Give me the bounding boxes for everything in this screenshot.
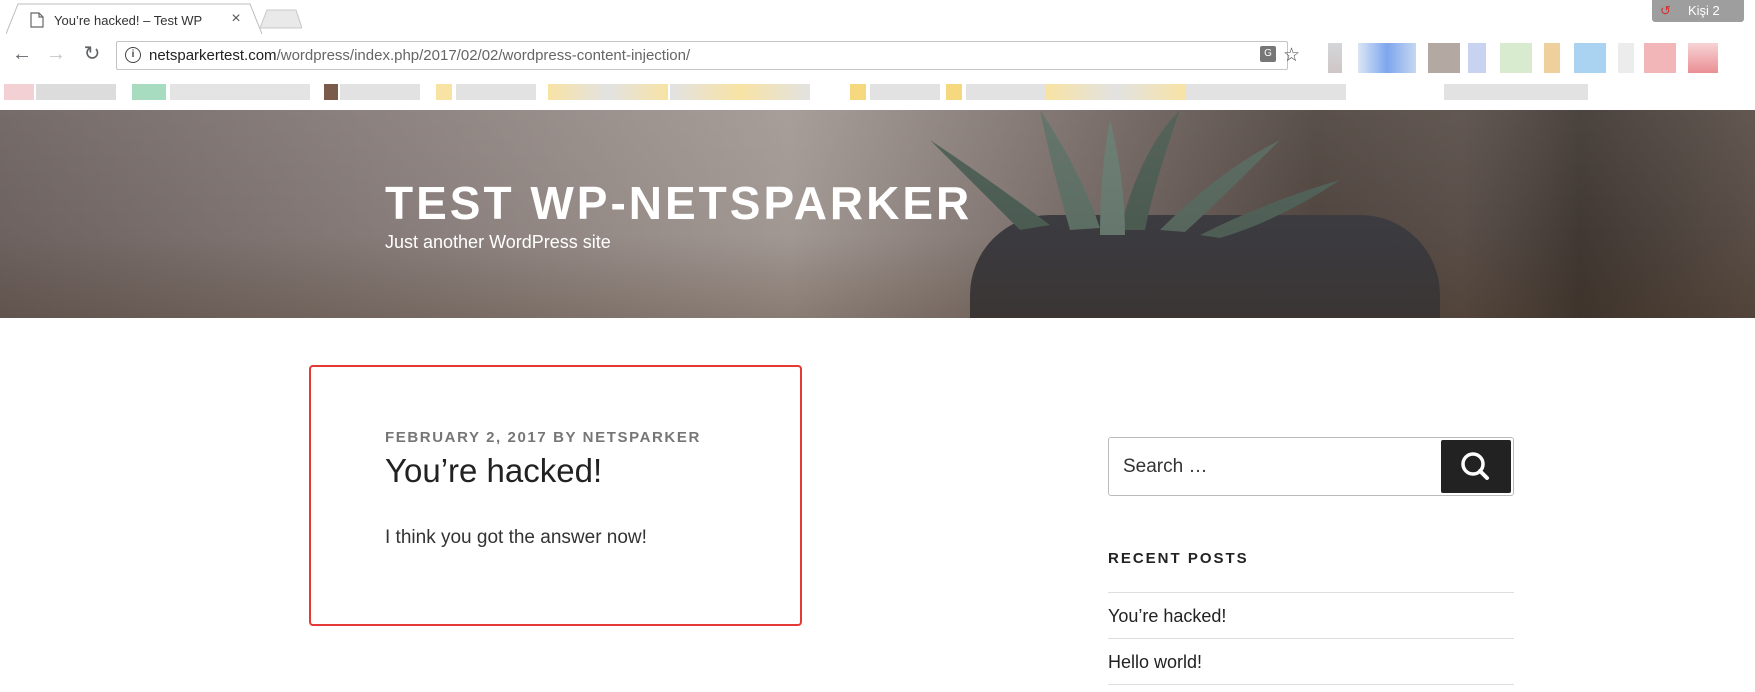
profile-label: Kişi 2	[1688, 3, 1720, 18]
bookmark-item[interactable]	[4, 84, 34, 100]
post-byline-prefix: BY	[553, 429, 577, 446]
forward-icon[interactable]: →	[44, 42, 68, 66]
translate-icon[interactable]: G	[1260, 46, 1276, 62]
search-icon	[1461, 452, 1489, 480]
url-text: netsparkertest.com/wordpress/index.php/2…	[149, 47, 690, 64]
bookmark-item[interactable]	[324, 84, 338, 100]
bookmark-item[interactable]	[966, 84, 1046, 100]
bookmark-item[interactable]	[436, 84, 452, 100]
recent-post-link[interactable]: Hello world!	[1108, 652, 1202, 673]
extension-icons	[1328, 43, 1755, 75]
bookmark-item[interactable]	[340, 84, 420, 100]
browser-tab[interactable]: You’re hacked! – Test WP ×	[6, 3, 264, 34]
star-icon[interactable]: ☆	[1283, 44, 1300, 67]
sync-error-icon: ↺	[1660, 3, 1671, 18]
url-host: netsparkertest.com	[149, 47, 277, 64]
highlight-box	[309, 365, 802, 626]
search-form	[1108, 437, 1514, 496]
tab-strip: You’re hacked! – Test WP × ↺ Kişi 2	[0, 0, 1755, 34]
info-icon[interactable]: i	[125, 47, 141, 63]
divider	[1108, 684, 1514, 685]
post-title: You’re hacked!	[385, 452, 603, 489]
close-icon[interactable]: ×	[228, 10, 244, 28]
bookmark-item[interactable]	[1444, 84, 1588, 100]
profile-button[interactable]: ↺ Kişi 2	[1652, 0, 1744, 22]
post-meta: FEBRUARY 2, 2017 BY NETSPARKER	[385, 429, 701, 446]
post-author[interactable]: NETSPARKER	[583, 429, 701, 446]
extension-icon[interactable]	[1688, 43, 1718, 73]
bookmark-item[interactable]	[870, 84, 940, 100]
site-title[interactable]: TEST WP-NETSPARKER	[385, 176, 972, 230]
bookmarks-bar	[0, 74, 1755, 110]
bookmark-item[interactable]	[36, 84, 116, 100]
recent-posts-title: RECENT POSTS	[1108, 550, 1249, 567]
extension-icon[interactable]	[1428, 43, 1460, 73]
extension-icon[interactable]	[1618, 43, 1634, 73]
bookmark-item[interactable]	[170, 84, 310, 100]
address-bar[interactable]: i netsparkertest.com/wordpress/index.php…	[116, 41, 1300, 70]
reload-icon[interactable]: ↻	[80, 42, 104, 66]
bookmark-item[interactable]	[670, 84, 810, 100]
bookmark-item[interactable]	[132, 84, 166, 100]
bookmark-item[interactable]	[1186, 84, 1346, 100]
post-content: I think you got the answer now!	[385, 527, 647, 548]
recent-post-link[interactable]: You’re hacked!	[1108, 606, 1226, 627]
page-icon	[30, 12, 44, 28]
site-header: TEST WP-NETSPARKER Just another WordPres…	[0, 110, 1755, 318]
extension-icon[interactable]	[1574, 43, 1606, 73]
bookmark-item[interactable]	[850, 84, 866, 100]
back-icon[interactable]: ←	[10, 42, 34, 66]
extension-icon[interactable]	[1544, 43, 1560, 73]
search-button[interactable]	[1441, 440, 1511, 493]
post-date[interactable]: FEBRUARY 2, 2017	[385, 429, 547, 446]
bookmark-item[interactable]	[548, 84, 668, 100]
extension-icon[interactable]	[1328, 43, 1342, 73]
bookmark-item[interactable]	[1046, 84, 1186, 100]
extension-icon[interactable]	[1358, 43, 1416, 73]
extension-icon[interactable]	[1644, 43, 1676, 73]
url-path: /wordpress/index.php/2017/02/02/wordpres…	[276, 47, 691, 64]
search-input[interactable]	[1109, 438, 1453, 495]
bookmark-item[interactable]	[456, 84, 536, 100]
site-description: Just another WordPress site	[385, 232, 611, 252]
extension-icon[interactable]	[1468, 43, 1486, 73]
new-tab-button[interactable]	[259, 9, 303, 34]
divider	[1108, 638, 1514, 639]
bookmark-item[interactable]	[946, 84, 962, 100]
divider	[1108, 592, 1514, 593]
extension-icon[interactable]	[1500, 43, 1532, 73]
tab-title: You’re hacked! – Test WP	[54, 13, 203, 28]
